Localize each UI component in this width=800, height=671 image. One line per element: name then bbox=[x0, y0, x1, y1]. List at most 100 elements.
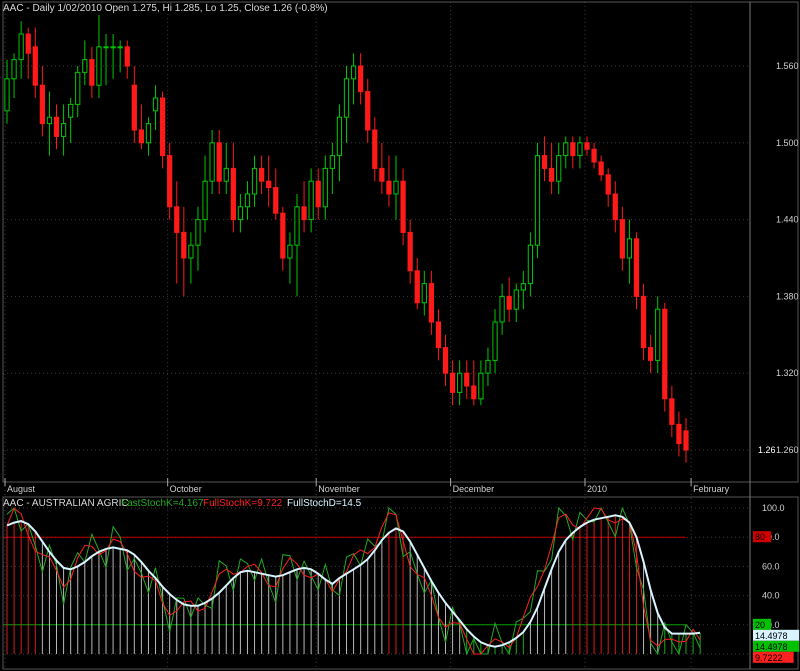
candle-down bbox=[273, 187, 279, 214]
indicator-title: AAC - AUSTRALIAN AGRIC bbox=[3, 498, 129, 509]
candle-down bbox=[301, 206, 307, 221]
legend-fast-stoch-k: FastStochK=4.167 bbox=[121, 498, 204, 509]
value-badge-text: 14.4978 bbox=[755, 631, 788, 641]
candle-up bbox=[343, 78, 350, 118]
candle-up bbox=[350, 65, 357, 80]
candle-up bbox=[556, 155, 562, 182]
candle-up bbox=[244, 193, 251, 208]
candle-down bbox=[683, 430, 689, 451]
candle-up bbox=[513, 289, 519, 310]
candle-down bbox=[662, 308, 668, 400]
candle-up bbox=[492, 321, 498, 361]
candle-down bbox=[506, 295, 512, 310]
chart-svg: 1.560 1.500 1.440 1.380 1.320 1.260 August Octo… bbox=[0, 0, 800, 671]
candle-up bbox=[457, 372, 463, 393]
candle-up bbox=[421, 283, 427, 304]
candle-down bbox=[676, 423, 682, 445]
candle-up bbox=[478, 372, 484, 400]
candle-down bbox=[25, 33, 31, 54]
candle-down bbox=[39, 84, 45, 125]
candle-down bbox=[131, 84, 137, 131]
candle-down bbox=[471, 385, 477, 400]
candle-up bbox=[11, 59, 17, 80]
candle-down bbox=[414, 270, 420, 304]
price-y-tick-label: 1.440 bbox=[776, 215, 799, 225]
candle-up bbox=[96, 46, 102, 86]
candle-down bbox=[230, 167, 236, 221]
candle-down bbox=[32, 46, 38, 86]
candle-up bbox=[195, 219, 201, 246]
candle-down bbox=[548, 167, 555, 182]
candle-up bbox=[308, 180, 314, 221]
osc-y-tick-label: 100.0 bbox=[762, 503, 785, 513]
candle-down bbox=[591, 148, 597, 163]
candle-up bbox=[202, 180, 208, 221]
candle-up bbox=[117, 46, 123, 49]
legend-full-stoch-k: FullStochK=9.722 bbox=[203, 498, 283, 509]
candle-up bbox=[18, 33, 24, 61]
candle-down bbox=[259, 167, 265, 182]
candle-up bbox=[60, 123, 67, 137]
candle-up bbox=[329, 155, 335, 169]
candle-up bbox=[336, 116, 343, 157]
candle-up bbox=[563, 142, 569, 157]
candle-up bbox=[4, 78, 10, 112]
candle-down bbox=[619, 219, 625, 259]
osc-y-tick-label: 60.0 bbox=[762, 561, 780, 571]
candle-down bbox=[280, 212, 286, 259]
candle-down bbox=[159, 97, 166, 157]
candle-up bbox=[520, 283, 526, 291]
chart-root: 1.560 1.500 1.440 1.380 1.320 1.260 August Octo… bbox=[0, 0, 800, 671]
candle-down bbox=[570, 142, 576, 157]
candle-up bbox=[287, 244, 293, 259]
price-y-tick-label: 1.560 bbox=[776, 61, 799, 71]
x-tick-label: October bbox=[170, 484, 202, 494]
candle-down bbox=[464, 372, 470, 387]
price-y-tick-label: 1.500 bbox=[776, 138, 799, 148]
candle-up bbox=[577, 142, 583, 157]
candle-down bbox=[181, 231, 187, 259]
candle-down bbox=[266, 180, 272, 189]
value-badge-text: 9.7222 bbox=[755, 653, 783, 663]
candle-up bbox=[626, 238, 633, 259]
candle-down bbox=[365, 91, 371, 131]
candle-down bbox=[633, 238, 640, 297]
candle-up bbox=[103, 46, 109, 49]
candle-up bbox=[655, 308, 661, 361]
candle-down bbox=[605, 174, 611, 195]
x-tick-label: August bbox=[7, 484, 36, 494]
candle-up bbox=[485, 359, 491, 374]
price-chart-title: AAC - Daily 1/02/2010 Open 1.275, Hi 1.2… bbox=[3, 3, 328, 14]
candle-up bbox=[237, 206, 244, 221]
candle-up bbox=[68, 103, 74, 118]
candle-up bbox=[110, 46, 116, 49]
x-tick-label: December bbox=[453, 484, 495, 494]
candle-down bbox=[53, 116, 60, 137]
candle-up bbox=[75, 71, 81, 105]
candle-down bbox=[379, 167, 385, 182]
candle-down bbox=[541, 155, 548, 169]
candle-down bbox=[584, 142, 590, 150]
candle-up bbox=[527, 244, 534, 285]
candle-down bbox=[216, 142, 222, 182]
candle-down bbox=[428, 283, 434, 323]
candle-down bbox=[167, 155, 173, 208]
candle-up bbox=[82, 59, 88, 73]
candle-up bbox=[499, 295, 505, 323]
legend-full-stoch-d: FullStochD=14.5 bbox=[287, 498, 362, 509]
candle-down bbox=[598, 161, 604, 176]
candle-down bbox=[669, 398, 675, 425]
osc-y-tick-label: 40.0 bbox=[762, 591, 780, 601]
candle-down bbox=[358, 65, 364, 93]
value-badge-text: 80 bbox=[755, 532, 765, 542]
price-y-tick-label: 1.320 bbox=[776, 368, 799, 378]
candle-up bbox=[322, 167, 328, 208]
x-tick-label: February bbox=[693, 484, 730, 494]
candle-up bbox=[188, 244, 194, 259]
price-y-tick-label: 1.380 bbox=[776, 291, 799, 301]
candle-down bbox=[372, 129, 378, 169]
candle-up bbox=[534, 155, 541, 246]
candle-up bbox=[46, 116, 53, 125]
x-tick-label: 2010 bbox=[587, 484, 607, 494]
value-badge-text: 20 bbox=[755, 620, 765, 630]
